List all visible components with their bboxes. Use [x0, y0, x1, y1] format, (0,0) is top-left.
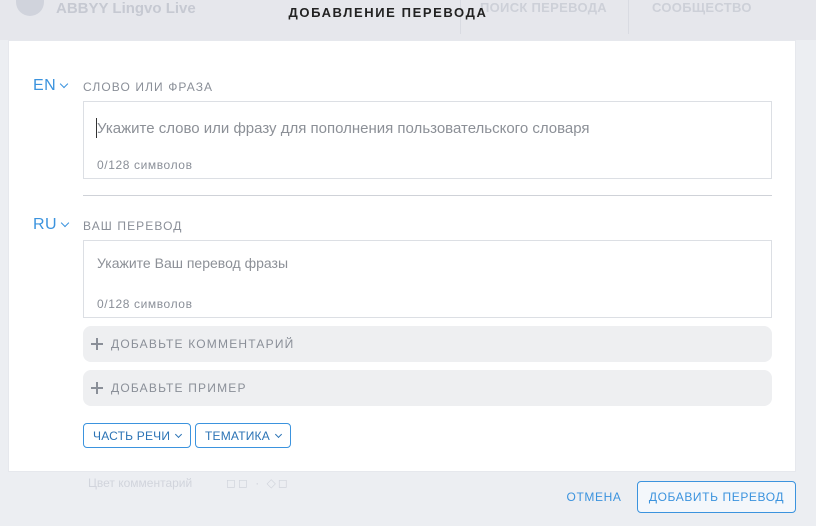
chevron-down-icon [175, 430, 183, 438]
cancel-button[interactable]: ОТМЕНА [560, 482, 628, 512]
topic-dropdown[interactable]: ТЕМАТИКА [195, 423, 291, 448]
add-comment-button[interactable]: ДОБАВЬТЕ КОММЕНТАРИЙ [83, 326, 772, 362]
modal-title: ДОБАВЛЕНИЕ ПЕРЕВОДА [288, 5, 488, 20]
translation-input[interactable]: Укажите Ваш перевод фразы 0/128 символов [83, 240, 772, 318]
translation-char-counter: 0/128 символов [97, 297, 193, 311]
section-divider [83, 195, 772, 196]
add-example-label: ДОБАВЬТЕ ПРИМЕР [111, 381, 247, 395]
source-phrase-input[interactable]: Укажите слово или фразу для пополнения п… [83, 101, 772, 179]
plus-icon [91, 382, 103, 394]
target-field-label: ВАШ ПЕРЕВОД [83, 219, 183, 233]
part-of-speech-dropdown[interactable]: ЧАСТЬ РЕЧИ [83, 423, 192, 448]
plus-icon [91, 338, 103, 350]
chevron-down-icon [60, 218, 70, 228]
source-placeholder: Укажите слово или фразу для пополнения п… [97, 120, 590, 137]
chevron-down-icon [59, 79, 69, 89]
source-language-selector[interactable]: EN [33, 77, 69, 95]
part-of-speech-label: ЧАСТЬ РЕЧИ [93, 428, 171, 443]
source-char-counter: 0/128 символов [97, 158, 193, 172]
background-footer-text: Цвет комментарий [88, 476, 193, 490]
target-language-code: RU [33, 216, 58, 233]
chevron-down-icon [274, 430, 282, 438]
add-comment-label: ДОБАВЬТЕ КОММЕНТАРИЙ [111, 337, 295, 351]
background-footer-icons: ◻◻ · ◇◻ [226, 476, 290, 490]
topic-label: ТЕМАТИКА [205, 428, 270, 443]
source-language-code: EN [33, 77, 57, 94]
add-translation-button[interactable]: ДОБАВИТЬ ПЕРЕВОД [637, 481, 796, 513]
source-field-label: СЛОВО ИЛИ ФРАЗА [83, 80, 214, 94]
add-translation-form: EN СЛОВО ИЛИ ФРАЗА Укажите слово или фра… [8, 40, 796, 472]
translation-placeholder: Укажите Ваш перевод фразы [97, 255, 289, 271]
target-language-selector[interactable]: RU [33, 216, 70, 234]
add-example-button[interactable]: ДОБАВЬТЕ ПРИМЕР [83, 370, 772, 406]
